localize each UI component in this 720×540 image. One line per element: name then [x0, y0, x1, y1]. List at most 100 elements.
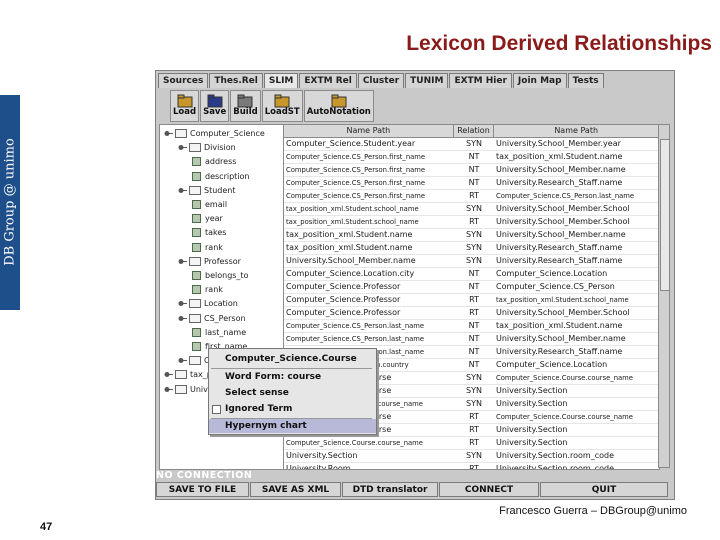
table-row[interactable]: tax_position_xml.Student.school_name SYN U… [284, 203, 659, 216]
table-row[interactable]: Computer_Science.CS_Person.first_name NT U… [284, 164, 659, 177]
tab-slim[interactable]: SLIM [263, 73, 299, 88]
name-path-cell: University.Research_Staff.name [496, 243, 623, 252]
expand-handle-icon[interactable] [178, 314, 187, 323]
table-row[interactable]: Computer_Science.CS_Person.last_name NT ta… [284, 320, 659, 333]
relation-cell: RT [469, 191, 479, 200]
menu-item-select-sense[interactable]: Select sense [209, 386, 376, 400]
relation-cell: SYN [466, 243, 482, 252]
tree-node[interactable]: email [192, 198, 227, 211]
relation-cell: SYN [466, 386, 482, 395]
toolbar-label: Load [173, 107, 197, 117]
name-path-cell: Computer_Science.CS_Person.first_name [286, 153, 426, 161]
table-row[interactable]: Computer_Science.Student.year SYN Universi… [284, 138, 659, 151]
tree-node[interactable]: rank [192, 283, 223, 296]
name-path-cell: tax_position_xml.Student.school_name [286, 218, 419, 226]
quit-button[interactable]: QUIT [540, 482, 668, 497]
name-path-cell: tax_position_xml.Student.school_name [496, 296, 629, 304]
table-row[interactable]: Computer_Science.Professor RT University.S… [284, 307, 659, 320]
expand-handle-icon[interactable] [178, 186, 187, 195]
tab-extm-hier[interactable]: EXTM Hier [449, 73, 512, 88]
tree-node[interactable]: year [192, 212, 223, 225]
table-row[interactable]: University.Section SYN University.Section.… [284, 450, 659, 463]
tree-node[interactable]: CS_Person [178, 312, 246, 325]
name-path-cell: Computer_Science.Location.city [286, 269, 415, 278]
expand-handle-icon[interactable] [164, 129, 173, 138]
tree-node-label: Location [204, 299, 238, 309]
ignored-term-label: Ignored Term [225, 404, 293, 414]
tab-join-map[interactable]: Join Map [512, 73, 567, 88]
tree-node[interactable]: Computer_Science [164, 127, 265, 140]
tab-thes-rel[interactable]: Thes.Rel [209, 73, 263, 88]
connect-button[interactable]: CONNECT [439, 482, 539, 497]
name-path-cell: Computer_Science.Professor [286, 282, 401, 291]
table-row[interactable]: Computer_Science.Professor NT Computer_Sci… [284, 281, 659, 294]
tree-node[interactable]: address [192, 155, 236, 168]
table-row[interactable]: Computer_Science.Professor RT tax_position… [284, 294, 659, 307]
table-row[interactable]: tax_position_xml.Student.school_name RT Un… [284, 216, 659, 229]
menu-item-ignored-term[interactable]: Ignored Term [209, 402, 376, 416]
folder-icon [175, 370, 187, 380]
table-row[interactable]: University.School_Member.name SYN Universi… [284, 255, 659, 268]
folder-icon [331, 93, 347, 108]
table-row[interactable]: University.Room RT University.Section.room… [284, 463, 659, 470]
relation-cell: NT [468, 165, 480, 174]
expand-handle-icon[interactable] [178, 299, 187, 308]
tab-tunim[interactable]: TUNIM [405, 73, 449, 88]
tree-node[interactable]: belongs_to [192, 269, 248, 282]
name-path-cell: University.Section [496, 425, 568, 434]
column-header-name-path[interactable]: Name Path [284, 125, 454, 137]
menu-item-word-form[interactable]: Word Form: course [209, 370, 376, 384]
name-path-cell: tax_position_xml.Student.school_name [286, 205, 419, 213]
tab-tests[interactable]: Tests [567, 73, 604, 88]
table-row[interactable]: Computer_Science.CS_Person.first_name NT t… [284, 151, 659, 164]
menu-item-term[interactable]: Computer_Science.Course [209, 352, 376, 366]
table-row[interactable]: Computer_Science.Location.city NT Computer… [284, 268, 659, 281]
relation-cell: NT [468, 282, 480, 291]
tree-node[interactable]: Student [178, 184, 236, 197]
save-button[interactable]: Save [200, 90, 230, 122]
name-path-cell: Computer_Science.Student.year [286, 139, 416, 148]
folder-icon [177, 93, 193, 108]
toolbar: Load Save Build LoadST AutoNotation [170, 90, 375, 122]
tab-cluster[interactable]: Cluster [357, 73, 405, 88]
tree-node-label: description [205, 171, 250, 181]
table-row[interactable]: Computer_Science.CS_Person.last_name NT Un… [284, 333, 659, 346]
ignored-term-checkbox[interactable] [212, 405, 221, 414]
expand-handle-icon[interactable] [178, 143, 187, 152]
table-row[interactable]: Computer_Science.CS_Person.first_name NT U… [284, 177, 659, 190]
attribute-icon [192, 242, 201, 252]
relation-cell: RT [469, 464, 479, 470]
tree-node[interactable]: last_name [192, 326, 246, 339]
build-button[interactable]: Build [230, 90, 261, 122]
table-row[interactable]: Computer_Science.CS_Person.first_name RT C… [284, 190, 659, 203]
tree-node[interactable]: description [192, 170, 249, 183]
tab-sources[interactable]: Sources [158, 73, 209, 88]
save-as-xml-button[interactable]: SAVE AS XML [250, 482, 341, 497]
autonotation-button[interactable]: AutoNotation [303, 90, 374, 122]
tree-node[interactable]: Location [178, 297, 238, 310]
column-header-name-path-2[interactable]: Name Path [494, 125, 659, 137]
tab-extm-rel[interactable]: EXTM Rel [299, 73, 357, 88]
loadst-button[interactable]: LoadST [261, 90, 303, 122]
expand-handle-icon[interactable] [178, 356, 187, 365]
table-row[interactable]: Computer_Science.Course.course_name RT Uni… [284, 437, 659, 450]
expand-handle-icon[interactable] [164, 370, 173, 379]
tree-node-label: rank [205, 242, 223, 252]
table-row[interactable]: tax_position_xml.Student.name SYN Universi… [284, 229, 659, 242]
load-button[interactable]: Load [170, 90, 200, 122]
save-to-file-button[interactable]: SAVE TO FILE [156, 482, 249, 497]
expand-handle-icon[interactable] [178, 257, 187, 266]
tree-node[interactable]: Professor [178, 255, 241, 268]
name-path-cell: University.Section.room_code [496, 451, 615, 460]
expand-handle-icon[interactable] [164, 385, 173, 394]
column-header-relation[interactable]: Relation [454, 125, 495, 137]
dtd-translator-button[interactable]: DTD translator [342, 482, 438, 497]
tree-node[interactable]: rank [192, 241, 223, 254]
scrollbar-thumb[interactable] [660, 139, 670, 291]
name-path-cell: Computer_Science.Location [496, 269, 608, 278]
tree-node[interactable]: takes [192, 226, 226, 239]
tree-node[interactable]: Division [178, 141, 236, 154]
table-scrollbar[interactable] [658, 124, 670, 468]
table-row[interactable]: tax_position_xml.Student.name SYN Universi… [284, 242, 659, 255]
menu-item-hypernym-chart[interactable]: Hypernym chart [209, 419, 376, 433]
